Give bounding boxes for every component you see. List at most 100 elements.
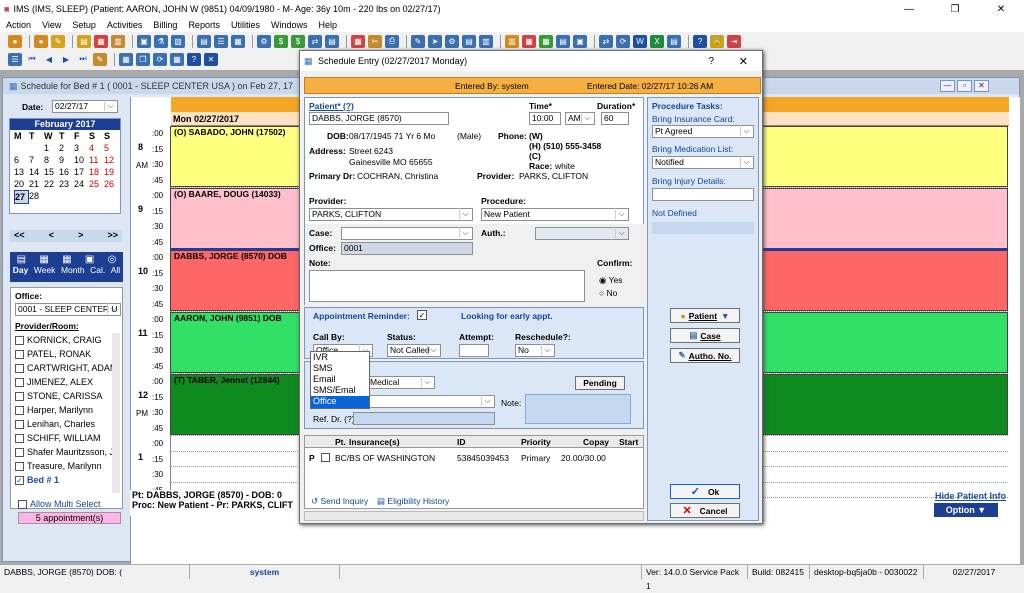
referral-select[interactable] [367, 395, 495, 408]
first-icon[interactable]: ⏮ [25, 53, 39, 66]
procedure-select[interactable]: New Patient [481, 208, 629, 221]
provider-item[interactable]: Treasure, Marilynn [15, 459, 115, 473]
minimize-button[interactable]: — [886, 0, 932, 18]
prev-icon[interactable]: ◀ [42, 53, 56, 66]
graph-icon[interactable]: ▦ [539, 34, 553, 48]
day-view-icon[interactable]: ▤ [17, 254, 26, 265]
provider-checkbox[interactable] [15, 391, 24, 401]
refresh-icon[interactable]: ⟳ [153, 52, 167, 66]
menu-action[interactable]: Action [6, 20, 31, 30]
provider-item[interactable]: JIMENEZ, ALEX [15, 375, 115, 389]
claims-icon[interactable]: ⇄ [308, 34, 322, 48]
office-select[interactable]: 0001 - SLEEP CENTER U [15, 303, 121, 316]
provider-checkbox[interactable] [15, 447, 24, 457]
doc-icon[interactable]: ▤ [462, 34, 476, 48]
tab-all[interactable]: All [111, 265, 120, 275]
calendar-day[interactable]: 1 [44, 142, 59, 154]
notes-icon[interactable]: ▥ [111, 34, 125, 48]
menu-activities[interactable]: Activities [107, 20, 143, 30]
month-view-icon[interactable]: ▦ [62, 254, 71, 265]
grid-icon[interactable]: ▦ [170, 52, 184, 66]
calendar-day[interactable]: 18 [89, 166, 104, 178]
provider-select[interactable]: PARKS, CLIFTON [309, 208, 473, 221]
all-view-icon[interactable]: ◎ [108, 254, 117, 265]
bill-icon[interactable]: $ [291, 34, 305, 48]
dialog-close-button[interactable]: ✕ [739, 55, 748, 68]
note2-field[interactable] [525, 394, 631, 424]
case-button[interactable]: ▤ Case [670, 328, 740, 343]
calendar-day[interactable]: 15 [44, 166, 59, 178]
provider-item[interactable]: PATEL, RONAK [15, 347, 115, 361]
insurance-hscroll[interactable] [304, 511, 644, 521]
hide-patient-info-link[interactable]: Hide Patient Info [935, 491, 1006, 501]
hospital-icon[interactable]: ▦ [522, 34, 536, 48]
patient-field[interactable]: DABBS, JORGE (8570) [309, 112, 449, 125]
list-view-icon[interactable]: ☰ [8, 52, 22, 66]
ref-dr-field[interactable] [353, 412, 495, 425]
reminder-checkbox[interactable]: ✓ [417, 310, 427, 320]
provider-checkbox[interactable] [15, 433, 24, 443]
attempt-stepper[interactable] [459, 344, 489, 357]
inbox-icon[interactable]: ▣ [573, 34, 587, 48]
callby-option-selected[interactable]: Office [311, 396, 369, 408]
calc-icon[interactable]: ▣ [137, 34, 151, 48]
provider-item[interactable]: KORNICK, CRAIG [15, 333, 115, 347]
calendar-day[interactable]: 9 [59, 154, 74, 166]
restore-button[interactable]: ❐ [932, 0, 978, 18]
tab-week[interactable]: Week [34, 265, 56, 275]
pending-button[interactable]: Pending [575, 376, 625, 390]
calendar-day[interactable]: 23 [59, 178, 74, 190]
calendar-day[interactable]: 25 [89, 178, 104, 190]
network-icon[interactable]: ⇄ [599, 34, 613, 48]
export-icon[interactable]: ▤ [667, 34, 681, 48]
type-select[interactable]: Medical [367, 376, 435, 389]
provider-item[interactable]: STONE, CARISSA [15, 389, 115, 403]
excel-icon[interactable]: X [650, 34, 664, 48]
patient-label[interactable]: Patient* (?) [309, 101, 354, 111]
allow-multi-select[interactable]: Allow Multi Select [18, 499, 101, 509]
week-view-icon[interactable]: ▦ [39, 254, 48, 265]
calendar-day[interactable]: 12 [104, 154, 119, 166]
word-icon[interactable]: W [633, 34, 647, 48]
ok-button[interactable]: ✓ Ok [670, 484, 740, 499]
note-field[interactable] [309, 270, 585, 302]
patient-icon[interactable]: ● [34, 34, 48, 48]
provider-checkbox[interactable] [15, 405, 24, 415]
fax-icon[interactable]: ▥ [479, 34, 493, 48]
form-icon[interactable]: ▤ [197, 34, 211, 48]
money-icon[interactable]: $ [274, 34, 288, 48]
help-icon[interactable]: ? [693, 34, 707, 48]
close-button[interactable]: ✕ [978, 0, 1024, 18]
autho-button[interactable]: ✎ Autho. No. [670, 348, 740, 363]
calendar-day[interactable]: 6 [14, 154, 29, 166]
calendar-next-month[interactable]: > [78, 230, 83, 242]
provider-item[interactable]: Lenihan, Charles [15, 417, 115, 431]
duration-field[interactable]: 60 [601, 112, 629, 125]
list-icon[interactable]: ☰ [214, 34, 228, 48]
provider-item[interactable]: Shafer Mauritzsson, Ja [15, 445, 115, 459]
task-injury-field[interactable] [652, 188, 754, 201]
exit-icon[interactable]: ⇥ [727, 34, 741, 48]
calendar-day[interactable]: 26 [104, 178, 119, 190]
schedule-restore-button[interactable]: ▫ [957, 80, 972, 92]
next-icon[interactable]: ▶ [59, 53, 73, 66]
option-button[interactable]: Option ▼ [934, 503, 998, 517]
data-icon[interactable]: ▤ [556, 34, 570, 48]
calendar-day[interactable]: 11 [89, 154, 104, 166]
provider-checkbox[interactable] [15, 363, 24, 373]
eligibility-history-link[interactable]: ▤ Eligibility History [377, 496, 449, 507]
calendar-day[interactable]: 24 [74, 178, 89, 190]
calendar-day[interactable]: 4 [89, 142, 104, 154]
tab-day[interactable]: Day [13, 265, 29, 275]
post-icon[interactable]: ▤ [325, 34, 339, 48]
case-select[interactable] [341, 227, 473, 240]
provider-scrollbar[interactable] [112, 333, 120, 493]
confirm-yes[interactable]: ◉ Yes [599, 275, 623, 286]
tab-month[interactable]: Month [61, 265, 85, 275]
callby-option[interactable]: Email [311, 374, 369, 385]
sync-icon[interactable]: ⟳ [616, 34, 630, 48]
patient-edit-icon[interactable]: ✎ [51, 34, 65, 48]
ampm-select[interactable]: AM [565, 112, 595, 125]
toolbar-help-icon[interactable]: ? [187, 52, 201, 66]
send-inquiry-link[interactable]: ↺ Send Inquiry [311, 496, 368, 507]
